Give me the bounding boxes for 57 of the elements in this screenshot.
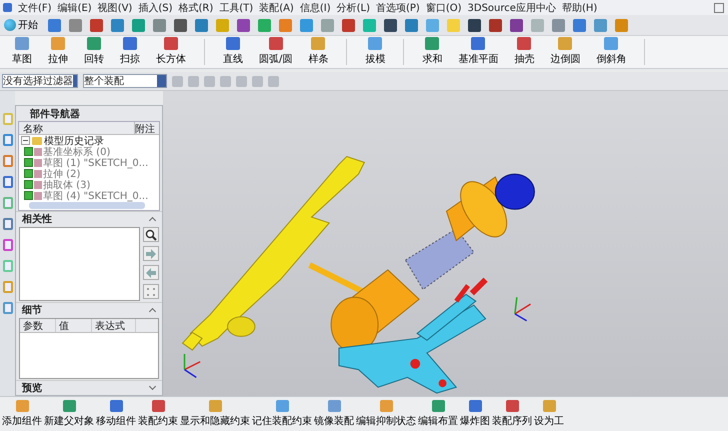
toolbar-button[interactable]: 新建父对象 xyxy=(43,400,95,428)
column-header[interactable]: 值 xyxy=(56,319,92,332)
ribbon-button[interactable]: 样条 xyxy=(306,37,330,67)
toolbar-button[interactable]: 镜像装配 xyxy=(313,400,355,428)
tree-item[interactable]: 草图 (1) "SKETCH_0... xyxy=(19,157,159,168)
toolbar-button[interactable]: 显示和隐藏约束 xyxy=(179,400,251,428)
toolbar-button[interactable]: 编辑抑制状态 xyxy=(355,400,417,428)
menu-item[interactable]: 插入(S) xyxy=(138,0,172,14)
menu-item[interactable]: 工具(T) xyxy=(219,0,254,14)
tree-item[interactable]: 抽取体 (3) xyxy=(19,179,159,190)
ribbon-button[interactable]: 草图 xyxy=(10,37,34,67)
toolbar-button[interactable]: 编辑布置 xyxy=(417,400,459,428)
menu-item[interactable]: 3DSource应用中心 xyxy=(468,0,556,14)
tree-item[interactable]: 草图 (4) "SKETCH_0... xyxy=(19,190,159,201)
menu-item[interactable]: 首选项(P) xyxy=(376,0,420,14)
menu-item[interactable]: 窗口(O) xyxy=(426,0,462,14)
ribbon-button[interactable]: 边倒圆 xyxy=(548,37,582,67)
filter-dropdown[interactable]: 没有选择过滤器 xyxy=(2,74,78,88)
menu-item[interactable]: 分析(L) xyxy=(336,0,370,14)
tree-item[interactable]: 拉伸 (2) xyxy=(19,168,159,179)
toolbar-button[interactable]: 装配序列 xyxy=(491,400,533,428)
ribbon-button[interactable]: 抽壳 xyxy=(512,37,536,67)
ribbon-button[interactable]: 拉伸 xyxy=(46,37,70,67)
ribbon-button[interactable]: 回转 xyxy=(82,37,106,67)
ribbon-button[interactable]: 倒斜角 xyxy=(594,37,628,67)
toolbar-button[interactable]: 添加组件 xyxy=(1,400,43,428)
scope-dropdown[interactable]: 整个装配 xyxy=(83,74,167,88)
toolbar-button[interactable]: 装配约束 xyxy=(137,400,179,428)
panel-title: 部件导航器 xyxy=(28,107,81,121)
menu-item[interactable]: 文件(F) xyxy=(18,0,52,14)
toolbar-button[interactable]: 爆炸图 xyxy=(459,400,491,428)
toolbar-button[interactable]: 设为工 xyxy=(533,400,565,428)
column-header[interactable]: 参数 xyxy=(20,319,56,332)
toolbar-button[interactable]: 记住装配约束 xyxy=(251,400,313,428)
start-button[interactable]: 开始 xyxy=(2,18,40,32)
ribbon-button[interactable]: 求和 xyxy=(420,37,444,67)
tree-item[interactable]: 基准坐标系 (0) xyxy=(19,146,159,157)
ribbon-button[interactable]: 拔模 xyxy=(363,37,388,67)
section-header[interactable]: 相关性 xyxy=(16,211,162,226)
ribbon-button[interactable]: 基准平面 xyxy=(456,37,500,67)
column-header[interactable]: 附注 xyxy=(134,122,159,134)
ribbon-button[interactable]: 圆弧/圆 xyxy=(257,37,294,67)
ribbon-button[interactable]: 直线 xyxy=(221,37,245,67)
tree-item[interactable]: 模型历史记录 xyxy=(19,135,159,146)
menu-item[interactable]: 信息(I) xyxy=(300,0,331,14)
menu-item[interactable]: 视图(V) xyxy=(98,0,132,14)
menu-item[interactable]: 帮助(H) xyxy=(562,0,598,14)
section-header[interactable]: 预览 xyxy=(16,380,162,395)
menu-item[interactable]: 编辑(E) xyxy=(58,0,92,14)
menu-item[interactable]: 格式(R) xyxy=(178,0,214,14)
menu-item[interactable]: 装配(A) xyxy=(259,0,294,14)
column-header[interactable]: 名称 xyxy=(19,122,134,134)
toolbar-button[interactable]: 移动组件 xyxy=(95,400,137,428)
ribbon-button[interactable]: 扫掠 xyxy=(118,37,142,67)
section-header[interactable]: 细节 xyxy=(16,302,162,317)
column-header[interactable]: 表达式 xyxy=(92,319,136,332)
ribbon-button[interactable]: 长方体 xyxy=(154,37,188,67)
